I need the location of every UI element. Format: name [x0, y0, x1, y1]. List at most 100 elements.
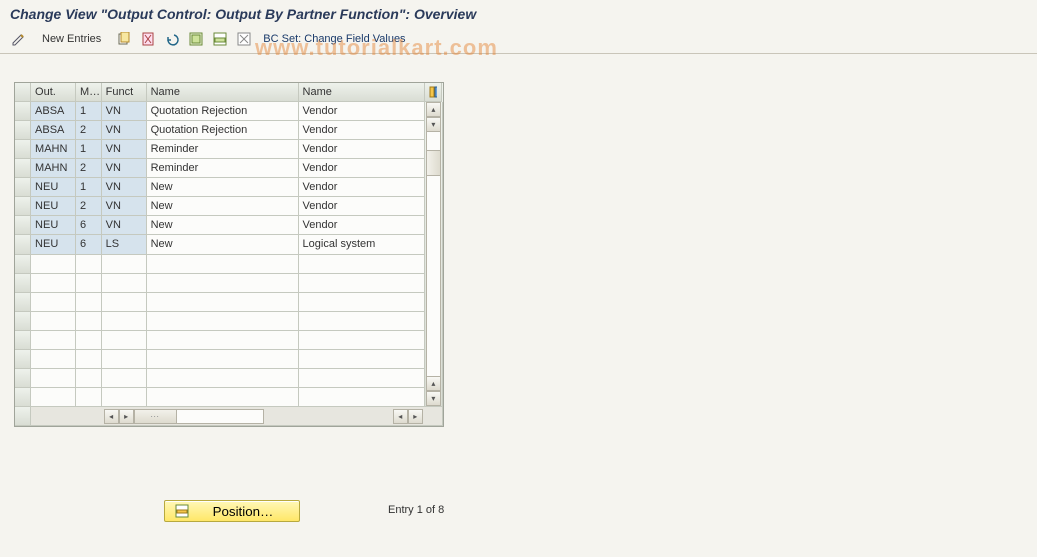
cell-out[interactable]: ABSA: [31, 102, 76, 121]
horizontal-scrollbar[interactable]: ◂ ▸ ◂ ▸: [104, 408, 423, 425]
row-selector[interactable]: [15, 255, 31, 274]
cell-m[interactable]: 1: [76, 140, 102, 159]
select-all-icon[interactable]: [187, 30, 205, 48]
h-scroll-track[interactable]: [134, 409, 264, 424]
row-selector[interactable]: [15, 140, 31, 159]
cell-funct[interactable]: VN: [102, 178, 147, 197]
cell-funct[interactable]: [102, 331, 147, 350]
column-header-m[interactable]: M…: [76, 83, 102, 102]
row-selector[interactable]: [15, 197, 31, 216]
scroll-left-icon[interactable]: ▸: [119, 409, 134, 424]
cell-out[interactable]: [31, 331, 76, 350]
cell-out[interactable]: MAHN: [31, 140, 76, 159]
row-selector[interactable]: [15, 274, 31, 293]
cell-out[interactable]: [31, 388, 76, 407]
cell-out[interactable]: MAHN: [31, 159, 76, 178]
cell-name1: [147, 312, 299, 331]
scroll-down-icon[interactable]: ▾: [426, 117, 441, 132]
cell-m[interactable]: 2: [76, 121, 102, 140]
cell-out[interactable]: [31, 255, 76, 274]
position-button[interactable]: Position…: [164, 500, 300, 522]
new-entries-button[interactable]: New Entries: [34, 31, 109, 47]
cell-out[interactable]: NEU: [31, 197, 76, 216]
cell-funct[interactable]: [102, 255, 147, 274]
v-scroll-thumb[interactable]: [427, 150, 440, 176]
cell-funct[interactable]: [102, 312, 147, 331]
cell-out[interactable]: ABSA: [31, 121, 76, 140]
cell-out[interactable]: NEU: [31, 216, 76, 235]
row-selector[interactable]: [15, 331, 31, 350]
cell-m[interactable]: [76, 274, 102, 293]
cell-m[interactable]: [76, 293, 102, 312]
row-selector[interactable]: [15, 235, 31, 254]
row-selector[interactable]: [15, 312, 31, 331]
cell-m[interactable]: 1: [76, 178, 102, 197]
table-settings-icon[interactable]: [425, 83, 442, 102]
cell-out[interactable]: [31, 274, 76, 293]
column-header-out[interactable]: Out.: [31, 83, 76, 102]
row-selector[interactable]: [15, 369, 31, 388]
column-header-funct[interactable]: Funct: [102, 83, 147, 102]
cell-funct[interactable]: VN: [102, 159, 147, 178]
cell-m[interactable]: [76, 388, 102, 407]
select-all-column-header[interactable]: [15, 83, 31, 102]
select-block-icon[interactable]: [211, 30, 229, 48]
vertical-scrollbar[interactable]: ▴▾▴▾: [425, 102, 442, 406]
scroll-up-icon[interactable]: ▴: [426, 102, 441, 117]
cell-funct[interactable]: VN: [102, 216, 147, 235]
cell-m[interactable]: 6: [76, 216, 102, 235]
copy-as-icon[interactable]: [115, 30, 133, 48]
cell-out[interactable]: NEU: [31, 178, 76, 197]
undo-change-icon[interactable]: [163, 30, 181, 48]
scroll-page-down-icon[interactable]: ▾: [426, 391, 441, 406]
row-selector[interactable]: [15, 216, 31, 235]
bc-set-change-field-values-button[interactable]: BC Set: Change Field Values: [259, 33, 405, 45]
deselect-all-icon[interactable]: [235, 30, 253, 48]
cell-funct[interactable]: [102, 388, 147, 407]
cell-m[interactable]: 6: [76, 235, 102, 254]
cell-name2: Logical system: [299, 235, 425, 254]
row-selector[interactable]: [15, 159, 31, 178]
cell-m[interactable]: [76, 331, 102, 350]
row-selector[interactable]: [15, 350, 31, 369]
column-header-name1[interactable]: Name: [147, 83, 299, 102]
toggle-display-change-icon[interactable]: [10, 30, 28, 48]
cell-out[interactable]: [31, 350, 76, 369]
cell-funct[interactable]: [102, 369, 147, 388]
cell-m[interactable]: [76, 350, 102, 369]
h-scroll-thumb[interactable]: [135, 410, 177, 423]
table-control: Out. M… Funct Name Name ABSA1VNQuotation…: [14, 82, 444, 427]
cell-funct[interactable]: [102, 274, 147, 293]
cell-funct[interactable]: VN: [102, 140, 147, 159]
cell-out[interactable]: NEU: [31, 235, 76, 254]
scroll-page-up-icon[interactable]: ▴: [426, 376, 441, 391]
cell-m[interactable]: 2: [76, 197, 102, 216]
row-selector[interactable]: [15, 121, 31, 140]
cell-name1: Reminder: [147, 140, 299, 159]
cell-funct[interactable]: [102, 293, 147, 312]
row-selector[interactable]: [15, 102, 31, 121]
row-selector[interactable]: [15, 388, 31, 407]
cell-m[interactable]: 1: [76, 102, 102, 121]
scroll-left-start-icon[interactable]: ◂: [104, 409, 119, 424]
cell-funct[interactable]: VN: [102, 102, 147, 121]
cell-m[interactable]: [76, 312, 102, 331]
cell-funct[interactable]: LS: [102, 235, 147, 254]
row-selector[interactable]: [15, 293, 31, 312]
scroll-right-end-icon[interactable]: ▸: [408, 409, 423, 424]
v-scroll-track[interactable]: [426, 132, 441, 376]
delete-icon[interactable]: [139, 30, 157, 48]
cell-funct[interactable]: [102, 350, 147, 369]
cell-m[interactable]: [76, 255, 102, 274]
cell-out[interactable]: [31, 293, 76, 312]
cell-out[interactable]: [31, 312, 76, 331]
cell-name2: Vendor: [299, 216, 425, 235]
column-header-name2[interactable]: Name: [299, 83, 425, 102]
cell-funct[interactable]: VN: [102, 121, 147, 140]
cell-funct[interactable]: VN: [102, 197, 147, 216]
row-selector[interactable]: [15, 178, 31, 197]
cell-m[interactable]: [76, 369, 102, 388]
cell-m[interactable]: 2: [76, 159, 102, 178]
cell-out[interactable]: [31, 369, 76, 388]
scroll-right-icon[interactable]: ◂: [393, 409, 408, 424]
